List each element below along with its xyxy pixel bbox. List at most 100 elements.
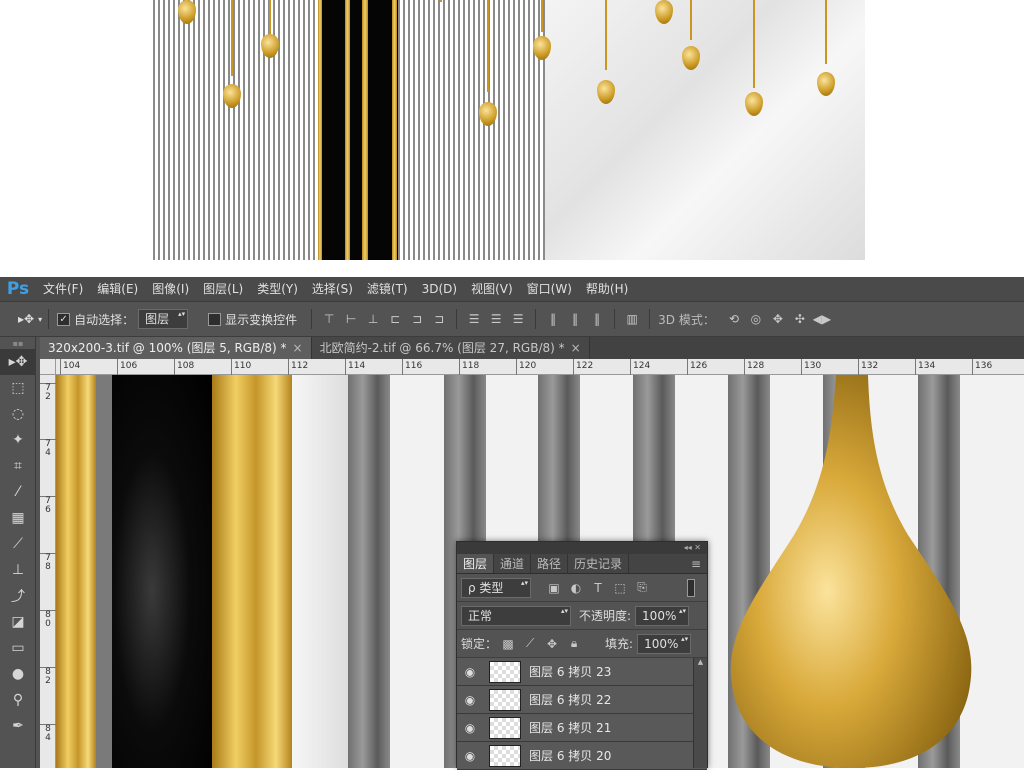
panel-menu-icon[interactable]: ≡	[691, 554, 707, 573]
align-right-icon[interactable]: ⊐	[430, 310, 448, 328]
filter-type-icon[interactable]: T	[589, 579, 607, 597]
layer-row[interactable]: ◉ 图层 6 拷贝 22	[457, 686, 707, 714]
slide-3d-icon[interactable]: ✣	[791, 310, 809, 328]
menu-edit[interactable]: 编辑(E)	[90, 277, 145, 301]
horizontal-ruler[interactable]: 104 106 108 110 112 114 116 118 120 122 …	[56, 359, 1024, 375]
move-tool[interactable]: ▸✥	[0, 349, 36, 375]
show-transform-checkbox[interactable]	[208, 312, 222, 326]
auto-select-checkbox[interactable]: ✓	[57, 312, 71, 326]
distribute-bottom-icon[interactable]: ☰	[509, 310, 527, 328]
layer-row[interactable]: ◉ 图层 6 拷贝 23	[457, 658, 707, 686]
tab-document-1[interactable]: 320x200-3.tif @ 100% (图层 5, RGB/8) * ×	[40, 337, 312, 359]
move-tool-preset[interactable]: ▸✥ ▾	[18, 312, 42, 326]
opacity-input[interactable]: 100%	[635, 605, 690, 626]
fill-input[interactable]: 100%	[637, 633, 692, 654]
layers-scrollbar[interactable]: ▲	[693, 658, 707, 768]
move-tool-icon: ▸✥	[18, 312, 35, 326]
divider	[48, 309, 50, 329]
filter-smart-icon[interactable]: ⎘	[633, 579, 651, 597]
divider	[311, 309, 313, 329]
blur-icon: ●	[11, 666, 25, 682]
lock-paint-icon[interactable]: ⟋	[521, 635, 539, 653]
scroll-up-icon[interactable]: ▲	[694, 658, 707, 666]
align-vcenter-icon[interactable]: ⊢	[342, 310, 360, 328]
roll-3d-icon[interactable]: ◎	[747, 310, 765, 328]
blend-mode-dropdown[interactable]: 正常	[461, 605, 571, 626]
eyedropper-tool[interactable]: ⁄	[0, 479, 36, 505]
auto-select-target-dropdown[interactable]: 图层	[138, 309, 189, 329]
filter-adjust-icon[interactable]: ◐	[567, 579, 585, 597]
tab-document-2[interactable]: 北欧简约-2.tif @ 66.7% (图层 27, RGB/8) * ×	[311, 337, 590, 359]
menu-window[interactable]: 窗口(W)	[520, 277, 579, 301]
blur-tool[interactable]: ●	[0, 661, 36, 687]
menu-type[interactable]: 类型(Y)	[250, 277, 305, 301]
tab-paths[interactable]: 路径	[531, 554, 569, 573]
distribute-left-icon[interactable]: ‖	[544, 310, 562, 328]
gold-line	[345, 0, 350, 260]
crop-tool[interactable]: ⌗	[0, 453, 36, 479]
menu-select[interactable]: 选择(S)	[305, 277, 360, 301]
align-hcenter-icon[interactable]: ⊐	[408, 310, 426, 328]
layer-thumbnail	[489, 716, 521, 739]
lock-transparent-icon[interactable]: ▩	[499, 635, 517, 653]
gradient-tool[interactable]: ▭	[0, 635, 36, 661]
brush-tool[interactable]: ⟋	[0, 531, 36, 557]
show-transform-option[interactable]: 显示变换控件	[208, 311, 297, 328]
vertical-ruler[interactable]: 7 2 7 4 7 6 7 8 8 0 8 2 8 4	[40, 375, 56, 768]
pan-3d-icon[interactable]: ✥	[769, 310, 787, 328]
drop-rod	[440, 0, 442, 2]
tab-layers[interactable]: 图层	[457, 554, 495, 573]
filter-toggle[interactable]	[687, 578, 695, 597]
drop-rod	[605, 0, 607, 70]
distribute-vcenter-icon[interactable]: ☰	[487, 310, 505, 328]
dodge-tool[interactable]: ⚲	[0, 687, 36, 713]
pen-tool[interactable]: ✒	[0, 713, 36, 739]
layer-row[interactable]: ◉ 图层 6 拷贝 21	[457, 714, 707, 742]
eye-icon[interactable]: ◉	[457, 665, 483, 679]
lock-position-icon[interactable]: ✥	[543, 635, 561, 653]
layer-filter-dropdown[interactable]: ρ 类型	[461, 577, 531, 598]
menu-view[interactable]: 视图(V)	[464, 277, 520, 301]
menu-filter[interactable]: 滤镜(T)	[360, 277, 415, 301]
align-bottom-icon[interactable]: ⊥	[364, 310, 382, 328]
menu-3d[interactable]: 3D(D)	[415, 277, 464, 301]
opacity-label: 不透明度:	[579, 609, 632, 623]
stamp-tool[interactable]: ⊥	[0, 557, 36, 583]
healing-tool[interactable]: ▦	[0, 505, 36, 531]
panel-collapse-bar[interactable]: ◂◂ ✕	[457, 542, 707, 554]
history-brush-tool[interactable]: ⤴	[0, 583, 36, 609]
options-bar: ▸✥▾ ✓ 自动选择： 图层 显示变换控件 ⊤ ⊢ ⊥ ⊏ ⊐ ⊐ ☰ ☰ ☰ …	[0, 301, 1024, 337]
distribute-hcenter-icon[interactable]: ‖	[566, 310, 584, 328]
tab-channels[interactable]: 通道	[494, 554, 532, 573]
toolbox-grip[interactable]: ▪▪	[0, 337, 36, 349]
layer-row[interactable]: ◉ 图层 6 拷贝 20	[457, 742, 707, 770]
marquee-tool[interactable]: ⬚	[0, 375, 36, 401]
menu-help[interactable]: 帮助(H)	[579, 277, 635, 301]
align-left-icon[interactable]: ⊏	[386, 310, 404, 328]
layer-filter-row: ρ 类型 ▣ ◐ T ⬚ ⎘	[457, 574, 707, 602]
magic-wand-tool[interactable]: ✦	[0, 427, 36, 453]
lock-all-icon[interactable]: 🔒︎	[565, 635, 583, 653]
scale-3d-icon[interactable]: ◀▶	[813, 310, 831, 328]
filter-pixel-icon[interactable]: ▣	[545, 579, 563, 597]
auto-select-option[interactable]: ✓ 自动选择：	[57, 311, 134, 328]
lasso-tool[interactable]: ◌	[0, 401, 36, 427]
eraser-tool[interactable]: ◪	[0, 609, 36, 635]
menu-layer[interactable]: 图层(L)	[196, 277, 250, 301]
eye-icon[interactable]: ◉	[457, 749, 483, 763]
eye-icon[interactable]: ◉	[457, 693, 483, 707]
menu-image[interactable]: 图像(I)	[145, 277, 196, 301]
menu-file[interactable]: 文件(F)	[36, 277, 90, 301]
document-tabs: 320x200-3.tif @ 100% (图层 5, RGB/8) * × 北欧…	[40, 337, 1024, 359]
tab-history[interactable]: 历史记录	[568, 554, 630, 573]
align-top-icon[interactable]: ⊤	[320, 310, 338, 328]
filter-shape-icon[interactable]: ⬚	[611, 579, 629, 597]
distribute-right-icon[interactable]: ‖	[588, 310, 606, 328]
close-icon[interactable]: ×	[293, 341, 303, 355]
eye-icon[interactable]: ◉	[457, 721, 483, 735]
auto-align-icon[interactable]: ▥	[623, 310, 641, 328]
eraser-icon: ◪	[11, 614, 25, 630]
rotate-3d-icon[interactable]: ⟲	[725, 310, 743, 328]
distribute-top-icon[interactable]: ☰	[465, 310, 483, 328]
close-icon[interactable]: ×	[571, 341, 581, 355]
